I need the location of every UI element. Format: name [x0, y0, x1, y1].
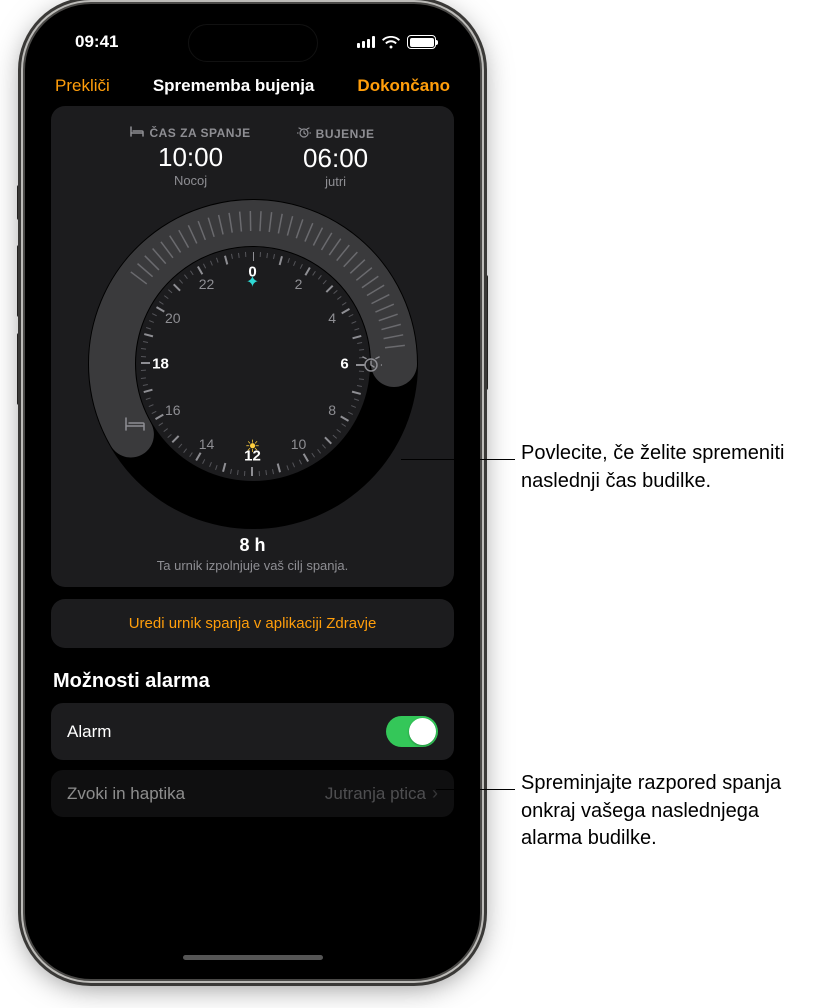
cellular-icon [357, 36, 375, 48]
sleep-duration: 8 h [61, 535, 444, 556]
bedtime-handle[interactable] [115, 404, 155, 444]
bed-icon [130, 126, 144, 140]
sleep-goal-msg: Ta urnik izpolnjuje vaš cilj spanja. [61, 558, 444, 573]
alarm-label: Alarm [67, 722, 111, 742]
dial-hour-4: 4 [328, 310, 336, 326]
callout-edit-schedule: Spreminjajte razpored spanja onkraj vaše… [521, 770, 811, 853]
edit-schedule-health-button[interactable]: Uredi urnik spanja v aplikaciji Zdravje [51, 599, 454, 648]
wake-handle[interactable] [351, 344, 391, 384]
sounds-value: Jutranja ptica [325, 784, 426, 804]
wake-label: BUJENJE [316, 127, 375, 141]
dial-hour-14: 14 [199, 436, 215, 452]
alarm-icon [297, 126, 311, 141]
cancel-button[interactable]: Prekliči [55, 76, 110, 96]
done-button[interactable]: Dokončano [357, 76, 450, 96]
home-indicator[interactable] [183, 955, 323, 960]
dial-hour-10: 10 [291, 436, 307, 452]
dial-hour-6: 6 [340, 356, 348, 373]
wake-time: 06:00 [297, 143, 375, 174]
sleep-dial[interactable]: 0246810121416182022 ✦ ☀︎ [88, 199, 418, 529]
alarm-options-header: Možnosti alarma [53, 670, 452, 693]
status-time: 09:41 [75, 32, 118, 52]
sun-icon: ☀︎ [245, 437, 260, 457]
sounds-haptics-row[interactable]: Zvoki in haptika Jutranja ptica › [51, 770, 454, 817]
wifi-icon [382, 36, 400, 49]
sounds-label: Zvoki in haptika [67, 784, 185, 804]
nav-bar: Prekliči Sprememba bujenja Dokončano [37, 68, 468, 106]
sleep-schedule-card: ČAS ZA SPANJE 10:00 Nocoj BUJENJE 06:00 [51, 106, 454, 587]
dial-hour-2: 2 [295, 276, 303, 292]
bedtime-sub: Nocoj [130, 173, 250, 188]
dial-hour-22: 22 [199, 276, 215, 292]
alarm-switch[interactable] [386, 716, 438, 747]
bedtime-label: ČAS ZA SPANJE [149, 126, 250, 140]
battery-icon [407, 35, 436, 49]
screen: 09:41 Prekliči Sprememba bujenja Dokonča… [37, 16, 468, 967]
wake-block: BUJENJE 06:00 jutri [297, 126, 375, 189]
dial-hour-18: 18 [152, 356, 169, 373]
bedtime-block: ČAS ZA SPANJE 10:00 Nocoj [130, 126, 250, 189]
dial-hour-20: 20 [165, 310, 181, 326]
callout-line [436, 789, 515, 790]
callout-line [401, 459, 515, 460]
dynamic-island [188, 24, 318, 62]
chevron-right-icon: › [432, 783, 438, 804]
iphone-frame: 09:41 Prekliči Sprememba bujenja Dokonča… [25, 4, 480, 979]
callout-wake-handle: Povlecite, če želite spremeniti naslednj… [521, 440, 811, 495]
dial-hour-8: 8 [328, 402, 336, 418]
page-title: Sprememba bujenja [153, 76, 315, 96]
bedtime-time: 10:00 [130, 142, 250, 173]
alarm-toggle-row: Alarm [51, 703, 454, 760]
stars-icon: ✦ [246, 272, 259, 292]
wake-sub: jutri [297, 174, 375, 189]
dial-hour-16: 16 [165, 402, 181, 418]
